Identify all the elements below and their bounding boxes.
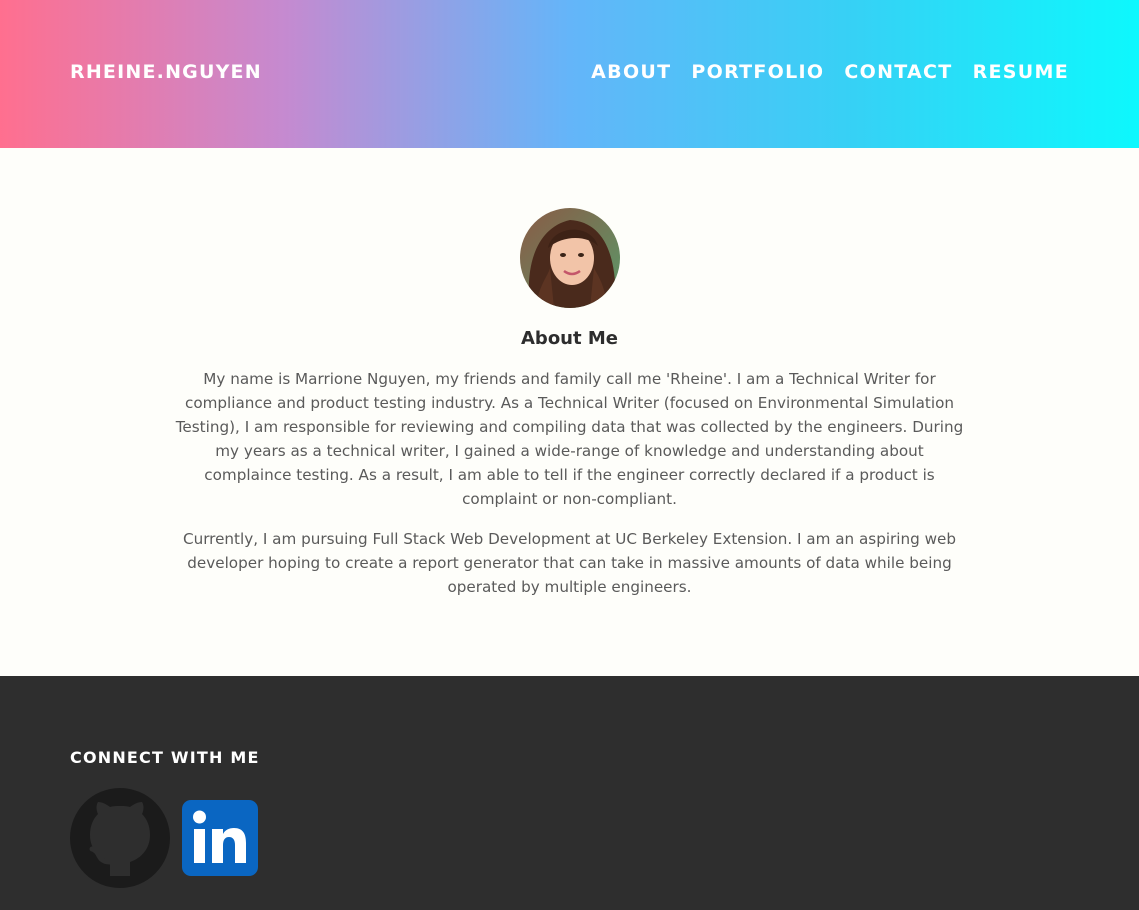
- nav-about[interactable]: ABOUT: [591, 61, 671, 83]
- site-brand[interactable]: RHEINE.NGUYEN: [70, 61, 262, 83]
- profile-photo: [520, 208, 620, 308]
- connect-title: CONNECT WITH ME: [70, 748, 260, 767]
- nav-contact[interactable]: CONTACT: [844, 61, 952, 83]
- nav-resume[interactable]: RESUME: [973, 61, 1069, 83]
- about-text: My name is Marrione Nguyen, my friends a…: [172, 367, 967, 615]
- site-header: RHEINE.NGUYEN ABOUT PORTFOLIO CONTACT RE…: [0, 0, 1139, 148]
- about-paragraph: Currently, I am pursuing Full Stack Web …: [182, 530, 957, 596]
- main-nav: ABOUT PORTFOLIO CONTACT RESUME: [591, 61, 1069, 83]
- about-title: About Me: [521, 328, 618, 349]
- github-icon-svg: [70, 788, 170, 888]
- profile-avatar: [520, 208, 620, 308]
- linkedin-icon-svg: [182, 800, 258, 876]
- about-paragraph: My name is Marrione Nguyen, my friends a…: [175, 370, 964, 508]
- about-section: About Me My name is Marrione Nguyen, my …: [0, 148, 1139, 676]
- nav-portfolio[interactable]: PORTFOLIO: [691, 61, 824, 83]
- site-footer: CONNECT WITH ME: [0, 676, 1139, 910]
- github-icon[interactable]: [70, 788, 170, 888]
- linkedin-icon[interactable]: [182, 800, 258, 876]
